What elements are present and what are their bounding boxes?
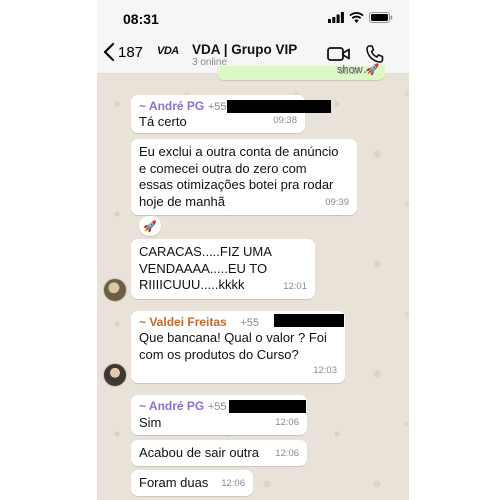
sender-phone-prefix: +55 xyxy=(240,317,260,329)
message-text: Tá certo xyxy=(139,114,187,129)
battery-icon xyxy=(369,12,393,23)
message-line: CARACAS.....FIZ UMA xyxy=(139,244,272,259)
message-text: Sim xyxy=(139,415,162,430)
sender-name[interactable]: ~ André PG xyxy=(139,399,204,413)
message-line: Eu exclui a outra conta de anúncio xyxy=(139,144,339,159)
message-reaction[interactable]: 🚀 xyxy=(139,216,161,236)
back-button[interactable]: 187 xyxy=(103,42,143,62)
avatar[interactable] xyxy=(103,363,127,387)
message-bubble[interactable]: Foram duas 12:06 xyxy=(131,470,253,496)
message-text-block: CARACAS.....FIZ UMA VENDAAAA.....EU TO R… xyxy=(139,244,272,294)
status-bar: 08:31 xyxy=(97,0,409,36)
message-text: Acabou de sair outra xyxy=(139,445,259,460)
signal-icon xyxy=(328,12,344,23)
status-time: 08:31 xyxy=(123,11,159,27)
message-bubble-outgoing[interactable]: show 🚀 08:37 ✓✓ xyxy=(217,64,385,80)
rocket-emoji-icon: 🚀 xyxy=(143,220,157,233)
message-sender-row: ~ André PG +55 xyxy=(139,98,227,115)
sender-phone-prefix: +55 xyxy=(207,101,227,113)
message-line: VENDAAAA.....EU TO xyxy=(139,260,268,276)
redaction-bar xyxy=(227,100,331,113)
phone-call-icon[interactable] xyxy=(365,44,385,64)
message-sender-row: ~ André PG +55 xyxy=(139,398,227,415)
message-time: 12:03 xyxy=(313,365,337,376)
status-icons xyxy=(328,12,393,23)
message-line: com os produtos do Curso? xyxy=(139,346,299,362)
message-bubble[interactable]: Acabou de sair outra 12:06 xyxy=(131,440,307,466)
wifi-icon xyxy=(349,12,364,23)
message-bubble[interactable]: ~ André PG +55 Tá certo 09:38 xyxy=(131,95,331,133)
message-text-block: Que bancana! Qual o valor ? Foi com os p… xyxy=(139,330,327,363)
redaction-bar xyxy=(274,314,344,327)
message-bubble[interactable]: ~ André PG +55 Sim 12:06 xyxy=(131,395,307,435)
message-time: 09:38 xyxy=(273,115,297,126)
sender-name[interactable]: ~ Valdei Freitas xyxy=(139,315,227,329)
message-line: e comecei outra do zero com xyxy=(139,160,307,176)
message-line: hoje de manhã xyxy=(139,193,226,209)
video-call-icon[interactable] xyxy=(327,45,351,63)
message-time: 09:39 xyxy=(325,197,349,208)
message-line: Que bancana! Qual o valor ? Foi xyxy=(139,330,327,345)
sender-name[interactable]: ~ André PG xyxy=(139,99,204,113)
message-line: RIIIICUUU.....kkkk xyxy=(139,277,245,292)
avatar[interactable] xyxy=(103,278,127,302)
message-time: 12:06 xyxy=(221,478,245,489)
message-bubble[interactable]: CARACAS.....FIZ UMA VENDAAAA.....EU TO R… xyxy=(131,239,315,299)
message-sender-row: ~ Valdei Freitas +55 xyxy=(139,314,259,331)
message-text: Foram duas xyxy=(139,475,209,490)
unread-count: 187 xyxy=(118,43,144,61)
message-time: 12:01 xyxy=(283,281,307,292)
message-time: 08:37 ✓✓ xyxy=(339,66,377,76)
message-time: 12:06 xyxy=(275,417,299,428)
message-bubble[interactable]: ~ Valdei Freitas +55 Que bancana! Qual o… xyxy=(131,311,345,383)
redaction-bar xyxy=(229,400,306,413)
sender-phone-prefix: +55 xyxy=(207,401,227,413)
group-avatar-logo[interactable]: VDA xyxy=(157,45,179,57)
group-title[interactable]: VDA | Grupo VIP xyxy=(192,42,297,57)
phone-screen: 08:31 187 VDA VDA | Grupo VIP 3 online s… xyxy=(97,0,409,500)
message-time: 12:06 xyxy=(275,448,299,459)
back-chevron-icon xyxy=(103,42,115,62)
message-line: essas otimizações botei pra rodar xyxy=(139,177,334,192)
chat-area[interactable]: show 🚀 08:37 ✓✓ ~ André PG +55 Tá certo … xyxy=(97,64,409,500)
message-text-block: Eu exclui a outra conta de anúncio e com… xyxy=(139,144,338,210)
message-bubble[interactable]: Eu exclui a outra conta de anúncio e com… xyxy=(131,139,357,215)
